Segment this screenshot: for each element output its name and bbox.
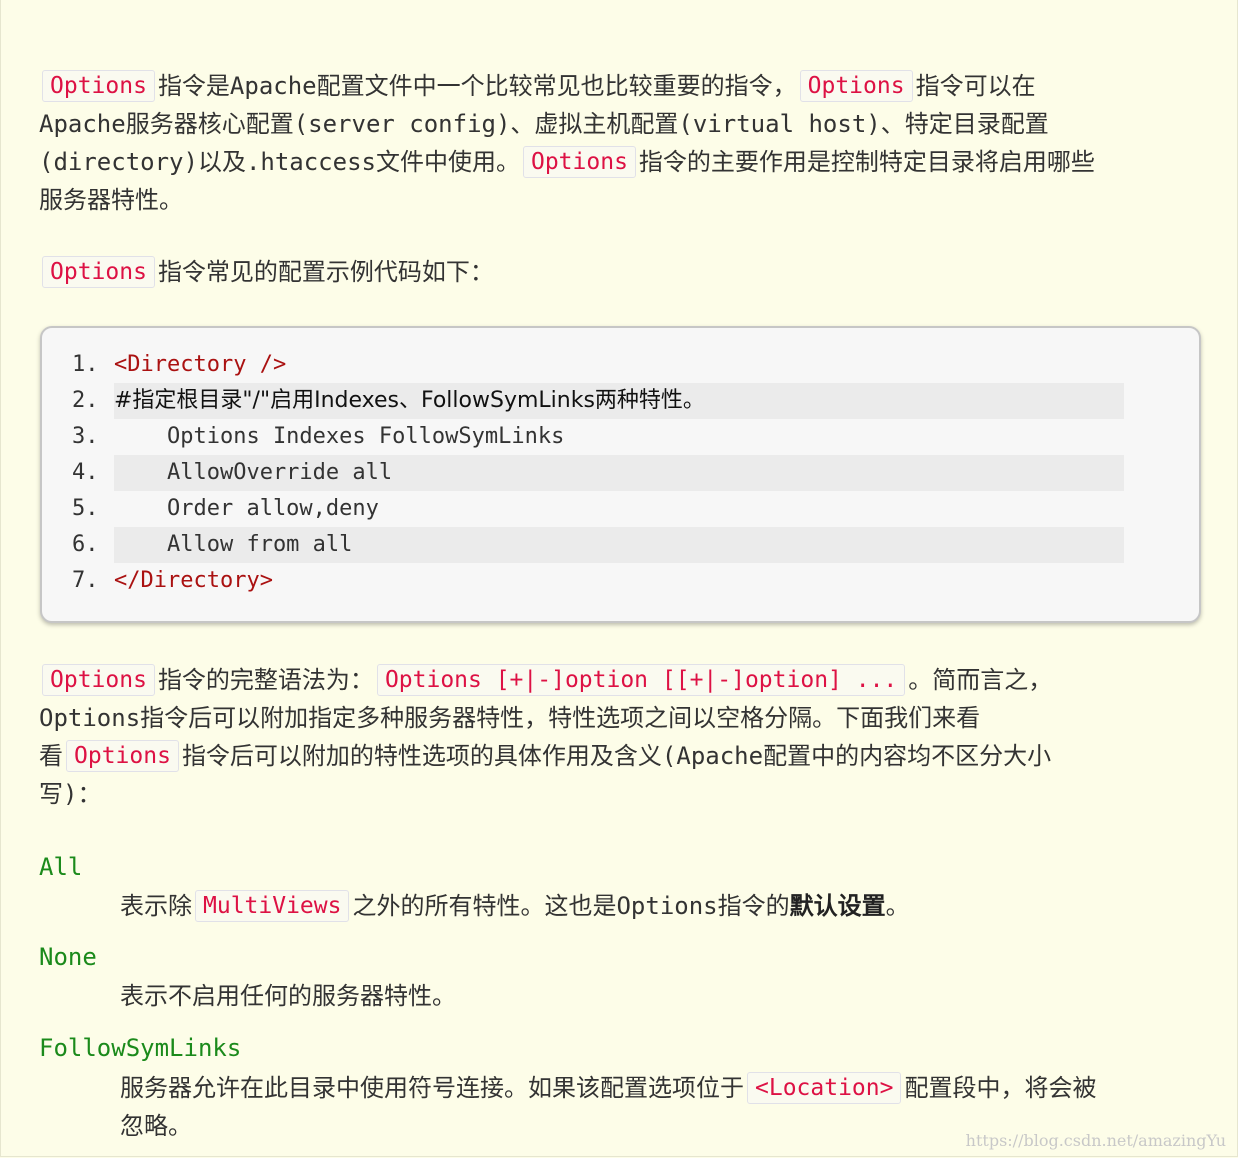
example-intro: Options 指令常见的配置示例代码如下： — [39, 253, 1199, 291]
inline-code: Options — [66, 740, 179, 772]
code-text: AllowOverride all — [114, 460, 393, 485]
term-followsymlinks: FollowSymLinks — [39, 1034, 242, 1062]
text: 指令的主要作用是控制特定目录将启用哪些 — [638, 148, 1095, 176]
definition-none: 表示不启用任何的服务器特性。 — [120, 982, 456, 1010]
text: 。简而言之， — [908, 666, 1053, 694]
text: 配置段中，将会被 — [904, 1074, 1097, 1102]
inline-code: <Location> — [747, 1072, 902, 1104]
code-text: #指定根目录"/"启用Indexes、FollowSymLinks两种特性。 — [114, 388, 705, 413]
code-text: Allow from all — [114, 532, 353, 557]
definition-all: 表示除 MultiViews 之外的所有特性。这也是Options指令的默认设置。 — [120, 887, 1200, 925]
code-line: 6. Allow from all — [72, 527, 1124, 563]
text: 指令常见的配置示例代码如下： — [157, 258, 494, 286]
text: 之外的所有特性。这也是Options指令的 — [352, 892, 790, 920]
line-number: 4. — [72, 460, 99, 485]
syntax-line-3: 看 Options 指令后可以附加的特性选项的具体作用及含义(Apache配置中的内… — [39, 737, 1199, 775]
text: 。 — [885, 892, 910, 920]
inline-code: Options — [522, 146, 636, 178]
line-number: 6. — [72, 532, 99, 557]
text: 指令后可以附加的特性选项的具体作用及含义(Apache配置中的内容均不区分大小 — [181, 742, 1052, 770]
inline-code: MultiViews — [195, 890, 350, 922]
intro-line-1: Options 指令是Apache配置文件中一个比较常见也比较重要的指令， Opti… — [39, 67, 1199, 105]
code-text: Options Indexes FollowSymLinks — [114, 424, 565, 449]
code-text: <Directory /> — [114, 352, 287, 377]
syntax-line-2: Options指令后可以附加指定多种服务器特性，特性选项之间以空格分隔。下面我们… — [39, 704, 981, 732]
syntax-line-4: 写)： — [39, 780, 102, 808]
inline-code: Options — [42, 70, 155, 102]
text: 指令的完整语法为： — [157, 666, 374, 694]
line-number: 3. — [72, 424, 99, 449]
code-line: 3. Options Indexes FollowSymLinks — [72, 419, 1124, 455]
line-number: 2. — [72, 388, 99, 413]
text: 看 — [39, 742, 63, 770]
bold-text: 默认设置 — [789, 892, 886, 920]
text: 表示除 — [120, 892, 192, 920]
code-line: 1. <Directory /> — [72, 347, 1124, 383]
text: (directory)以及.htaccess文件中使用。 — [39, 148, 520, 176]
code-line: 5. Order allow,deny — [72, 491, 1124, 527]
term-all: All — [39, 853, 83, 881]
syntax-line-1: Options 指令的完整语法为： Options [+|-]option [[+|… — [39, 661, 1199, 699]
line-number: 5. — [72, 496, 99, 521]
text: 服务器允许在此目录中使用符号连接。如果该配置选项位于 — [120, 1074, 744, 1102]
intro-line-4: 服务器特性。 — [39, 186, 183, 214]
code-text: Order allow,deny — [114, 496, 379, 521]
watermark: https://blog.csdn.net/amazingYu — [965, 1131, 1226, 1150]
code-line: 4. AllowOverride all — [72, 455, 1124, 491]
term-none: None — [39, 943, 97, 971]
intro-line-2: Apache服务器核心配置(server config)、虚拟主机配置(virt… — [39, 110, 1049, 138]
intro-line-3: (directory)以及.htaccess文件中使用。 Options 指令的主要… — [39, 143, 1199, 181]
text: 指令可以在 — [915, 72, 1036, 100]
line-number: 7. — [72, 568, 99, 593]
code-line: 2. #指定根目录"/"启用Indexes、FollowSymLinks两种特性。 — [72, 383, 1124, 419]
inline-code: Options — [42, 256, 155, 288]
inline-code: Options [+|-]option [[+|-]option] ... — [376, 664, 906, 696]
line-number: 1. — [72, 352, 99, 377]
text: 指令是Apache配置文件中一个比较常见也比较重要的指令， — [157, 72, 797, 100]
code-text: </Directory> — [114, 568, 273, 593]
definition-followsymlinks: 服务器允许在此目录中使用符号连接。如果该配置选项位于 <Location> 配置段中… — [120, 1069, 1200, 1107]
inline-code: Options — [42, 664, 155, 696]
inline-code: Options — [799, 70, 913, 102]
code-line: 7. </Directory> — [72, 563, 1124, 599]
